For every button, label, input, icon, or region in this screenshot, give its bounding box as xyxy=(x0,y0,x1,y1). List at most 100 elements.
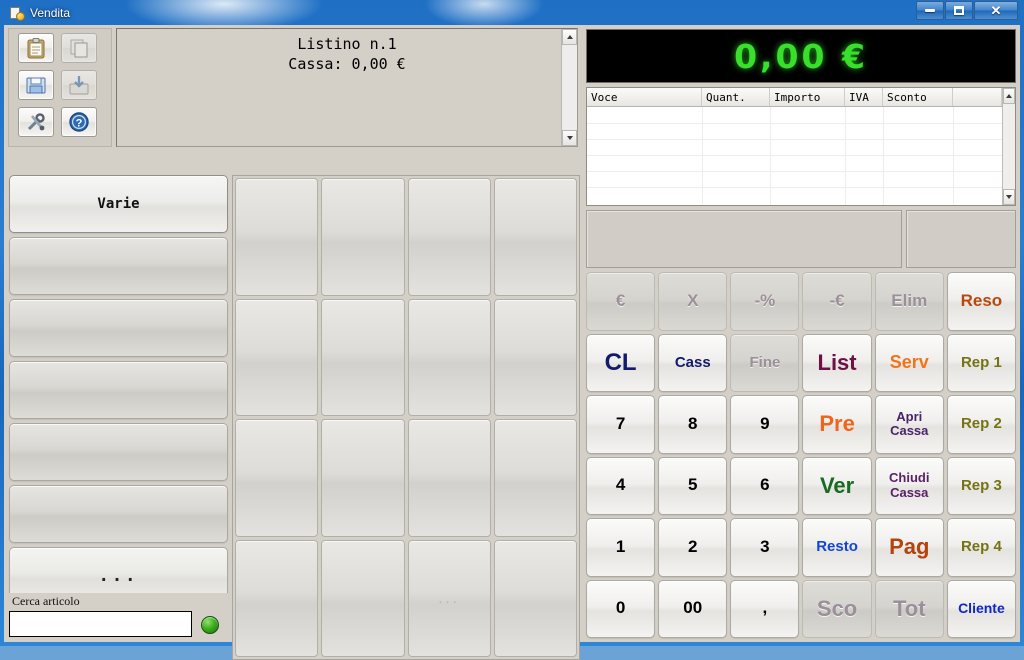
category-button-empty-1[interactable] xyxy=(9,237,228,295)
category-button-empty-4[interactable] xyxy=(9,423,228,481)
category-label: ... xyxy=(98,566,139,586)
keypad-button-label: Apri Cassa xyxy=(890,408,929,439)
info-panel-main xyxy=(586,210,902,268)
product-button-5[interactable] xyxy=(321,298,405,416)
cart-column-header[interactable]: Voce xyxy=(587,88,702,106)
keypad-button-cl[interactable]: CL xyxy=(586,333,656,392)
keypad-button-label: Serv xyxy=(889,351,929,372)
save-disk-icon xyxy=(26,77,46,94)
product-button-4[interactable] xyxy=(235,298,319,416)
keypad-button-label: Ver xyxy=(819,472,855,498)
product-button-12[interactable] xyxy=(235,539,319,657)
category-button-empty-3[interactable] xyxy=(9,361,228,419)
keypad-button-label: 8 xyxy=(688,413,698,433)
cart-column-header[interactable] xyxy=(953,88,1002,106)
keypad-button-4[interactable]: 4 xyxy=(586,456,656,515)
keypad-button-label: , xyxy=(762,598,768,618)
cart-column-header[interactable]: Quant. xyxy=(702,88,770,106)
load-button[interactable] xyxy=(61,70,97,100)
keypad-button-label: -% xyxy=(754,290,776,310)
keypad-button-7[interactable]: 7 xyxy=(586,395,656,454)
minimize-button[interactable] xyxy=(916,1,944,20)
keypad: € X -% -€ Elim Reso CL Cass Fine List Serv Rep 1 7 8 9… xyxy=(586,272,1016,638)
status-area xyxy=(192,593,228,637)
tools-button[interactable] xyxy=(18,107,54,137)
keypad-button-label: 7 xyxy=(615,413,626,433)
application-window: Vendita ✕ ? Listino n.1 Cassa: 0,00 € Va… xyxy=(0,0,1024,660)
category-button-varie[interactable]: Varie xyxy=(9,175,228,233)
listino-line2: Cassa: 0,00 € xyxy=(288,55,406,73)
keypad-button-chiudi-cassa[interactable]: Chiudi Cassa xyxy=(874,456,944,515)
scroll-up-icon[interactable] xyxy=(562,29,577,45)
close-button[interactable]: ✕ xyxy=(974,1,1018,20)
keypad-button-label: X xyxy=(687,290,699,310)
left-pane: ? Listino n.1 Cassa: 0,00 € Varie... Cer… xyxy=(4,25,582,660)
keypad-button-rep-2[interactable]: Rep 2 xyxy=(946,395,1016,454)
product-button-8[interactable] xyxy=(235,419,319,537)
product-button-14[interactable]: ... xyxy=(407,539,491,657)
cart-scrollbar[interactable] xyxy=(1002,88,1015,205)
keypad-button-ver[interactable]: Ver xyxy=(802,456,872,515)
listino-scrollbar[interactable] xyxy=(561,29,577,146)
cart-column-header[interactable]: Sconto xyxy=(883,88,953,106)
maximize-button[interactable] xyxy=(945,1,973,20)
keypad-button-pag[interactable]: Pag xyxy=(874,518,944,577)
category-button-empty-5[interactable] xyxy=(9,485,228,543)
cart-column-header[interactable]: IVA xyxy=(845,88,883,106)
keypad-button-rep-3[interactable]: Rep 3 xyxy=(946,456,1016,515)
clipboard-button[interactable] xyxy=(18,33,54,63)
cart-column-header[interactable]: Importo xyxy=(770,88,845,106)
keypad-button-rep-1[interactable]: Rep 1 xyxy=(946,333,1016,392)
product-button-10[interactable] xyxy=(407,419,491,537)
cart-table-body[interactable] xyxy=(587,107,1002,205)
category-button-empty-2[interactable] xyxy=(9,299,228,357)
keypad-button-rep-4[interactable]: Rep 4 xyxy=(946,518,1016,577)
status-led-icon xyxy=(201,616,219,634)
title-bar[interactable]: Vendita ✕ xyxy=(4,0,1020,25)
product-grid: ... xyxy=(235,178,577,657)
cart-table[interactable]: Voce Quant. Importo IVA Sconto xyxy=(586,87,1016,206)
search-input[interactable] xyxy=(9,611,192,637)
help-button[interactable]: ? xyxy=(61,107,97,137)
keypad-button-1[interactable]: 1 xyxy=(586,518,656,577)
product-button-13[interactable] xyxy=(321,539,405,657)
cart-column-divider xyxy=(953,107,954,205)
keypad-button-label: Fine xyxy=(749,353,781,371)
keypad-button-6[interactable]: 6 xyxy=(730,456,800,515)
keypad-button-2[interactable]: 2 xyxy=(658,518,728,577)
keypad-button-resto[interactable]: Resto xyxy=(802,518,872,577)
product-button-1[interactable] xyxy=(321,178,405,296)
cart-scroll-down-icon[interactable] xyxy=(1003,189,1015,205)
cart-scroll-up-icon[interactable] xyxy=(1003,88,1015,104)
product-button-0[interactable] xyxy=(235,178,319,296)
copy-button[interactable] xyxy=(61,33,97,63)
product-button-11[interactable] xyxy=(493,419,577,537)
keypad-button-cliente[interactable]: Cliente xyxy=(946,579,1016,638)
product-button-15[interactable] xyxy=(493,539,577,657)
product-button-3[interactable] xyxy=(493,178,577,296)
product-button-7[interactable] xyxy=(493,298,577,416)
keypad-button-label: Cliente xyxy=(958,600,1005,617)
keypad-button-9[interactable]: 9 xyxy=(730,395,800,454)
keypad-button-label: 0 xyxy=(615,598,626,618)
product-button-6[interactable] xyxy=(407,298,491,416)
keypad-button-label: Rep 2 xyxy=(960,415,1002,432)
scroll-down-icon[interactable] xyxy=(562,130,577,146)
keypad-button-5[interactable]: 5 xyxy=(658,456,728,515)
save-button[interactable] xyxy=(18,70,54,100)
keypad-button-serv[interactable]: Serv xyxy=(874,333,944,392)
product-button-2[interactable] xyxy=(407,178,491,296)
keypad-button-00[interactable]: 00 xyxy=(658,579,728,638)
keypad-button-reso[interactable]: Reso xyxy=(946,272,1016,331)
keypad-button-8[interactable]: 8 xyxy=(658,395,728,454)
keypad-button-list[interactable]: List xyxy=(802,333,872,392)
info-panels xyxy=(586,210,1016,268)
keypad-button-pre[interactable]: Pre xyxy=(802,395,872,454)
keypad-button-0[interactable]: 0 xyxy=(586,579,656,638)
cart-row-divider xyxy=(587,187,1002,188)
keypad-button-k5-2[interactable]: , xyxy=(730,579,800,638)
product-button-9[interactable] xyxy=(321,419,405,537)
keypad-button-3[interactable]: 3 xyxy=(730,518,800,577)
keypad-button-apri-cassa[interactable]: Apri Cassa xyxy=(874,395,944,454)
keypad-button-cass[interactable]: Cass xyxy=(658,333,728,392)
